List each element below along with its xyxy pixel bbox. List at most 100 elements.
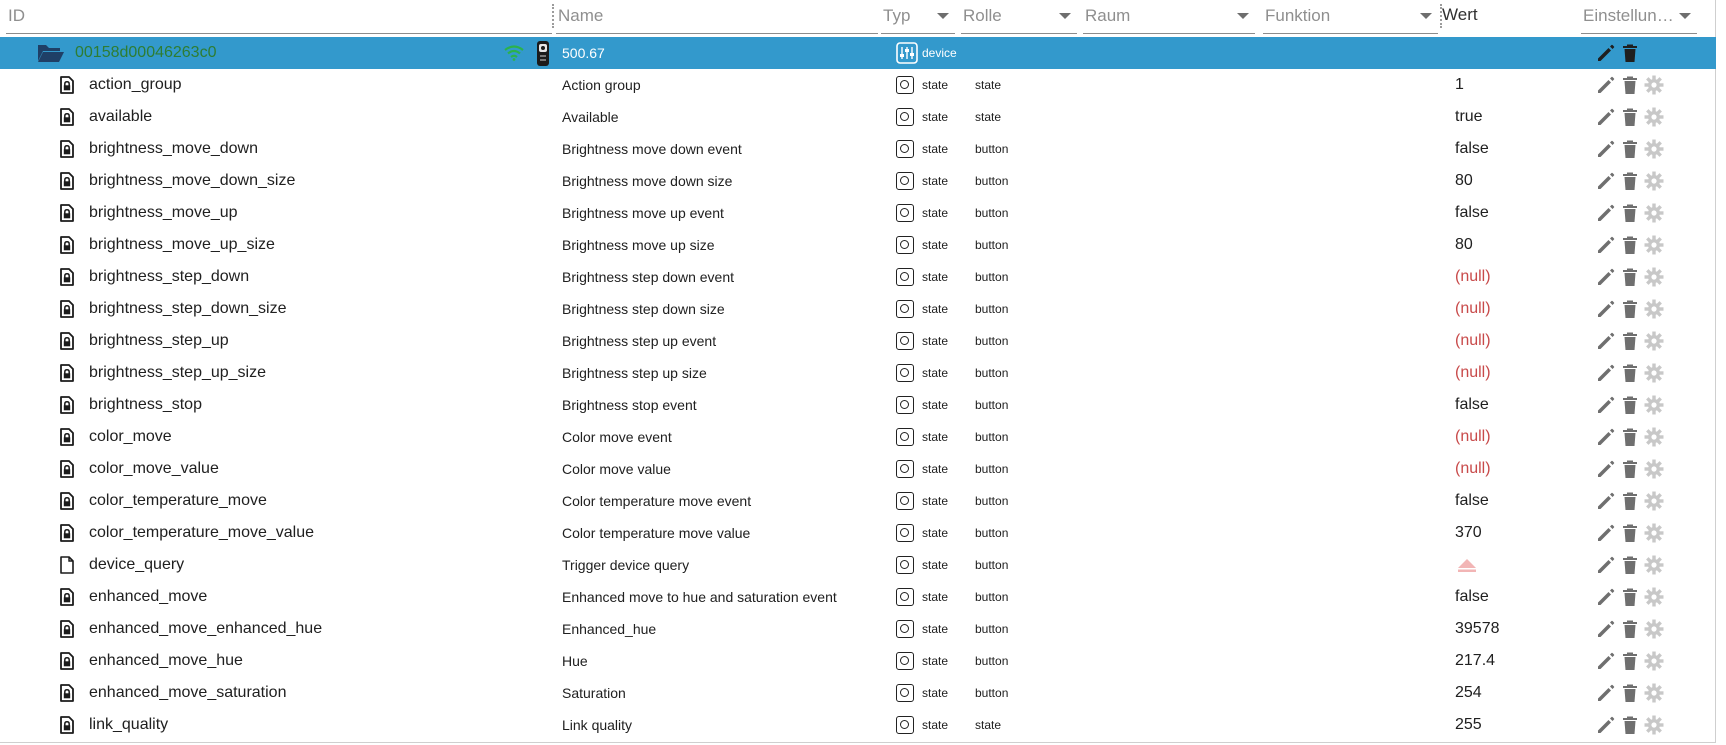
gear-icon[interactable] <box>1644 491 1664 511</box>
gear-icon[interactable] <box>1644 523 1664 543</box>
delete-icon[interactable] <box>1620 619 1640 639</box>
delete-icon[interactable] <box>1620 683 1640 703</box>
delete-icon[interactable] <box>1620 715 1640 735</box>
role-filter-select[interactable]: Rolle <box>961 0 1077 34</box>
edit-icon[interactable] <box>1596 523 1616 543</box>
state-value[interactable]: 254 <box>1455 677 1482 709</box>
state-value[interactable]: false <box>1455 389 1489 421</box>
gear-icon[interactable] <box>1644 395 1664 415</box>
gear-icon[interactable] <box>1644 235 1664 255</box>
delete-icon[interactable] <box>1620 267 1640 287</box>
function-filter-select[interactable]: Funktion <box>1263 0 1438 34</box>
state-value[interactable]: 80 <box>1455 165 1473 197</box>
state-value[interactable]: (null) <box>1455 325 1491 357</box>
column-resize-handle[interactable] <box>552 4 554 28</box>
gear-icon[interactable] <box>1644 363 1664 383</box>
state-row[interactable]: brightness_step_down_size Brightness step… <box>0 293 1716 325</box>
state-row[interactable]: device_query Trigger device query state but… <box>0 549 1716 581</box>
state-row[interactable]: brightness_step_up_size Brightness step u… <box>0 357 1716 389</box>
gear-icon[interactable] <box>1644 331 1664 351</box>
gear-icon[interactable] <box>1644 587 1664 607</box>
state-value[interactable]: false <box>1455 581 1489 613</box>
state-value[interactable]: (null) <box>1455 421 1491 453</box>
gear-icon[interactable] <box>1644 267 1664 287</box>
state-row[interactable]: color_temperature_move Color temperature … <box>0 485 1716 517</box>
settings-filter-select[interactable]: Einstellun… <box>1581 0 1697 34</box>
edit-icon[interactable] <box>1596 139 1616 159</box>
edit-icon[interactable] <box>1596 715 1616 735</box>
delete-icon[interactable] <box>1620 299 1640 319</box>
gear-icon[interactable] <box>1644 715 1664 735</box>
edit-icon[interactable] <box>1596 651 1616 671</box>
state-value[interactable]: false <box>1455 197 1489 229</box>
delete-icon[interactable] <box>1620 203 1640 223</box>
gear-icon[interactable] <box>1644 683 1664 703</box>
edit-icon[interactable] <box>1596 331 1616 351</box>
state-row[interactable]: enhanced_move Enhanced move to hue and sa… <box>0 581 1716 613</box>
delete-icon[interactable] <box>1620 331 1640 351</box>
edit-icon[interactable] <box>1596 587 1616 607</box>
id-filter-input[interactable]: ID <box>6 0 552 34</box>
state-row[interactable]: color_move_value Color move value state but… <box>0 453 1716 485</box>
delete-icon[interactable] <box>1620 43 1640 63</box>
state-row[interactable]: enhanced_move_saturation Saturation state b… <box>0 677 1716 709</box>
type-filter-select[interactable]: Typ <box>881 0 955 34</box>
state-row[interactable]: enhanced_move_hue Hue state button 217.4 <box>0 645 1716 677</box>
delete-icon[interactable] <box>1620 395 1640 415</box>
folder-open-icon[interactable] <box>37 43 65 63</box>
delete-icon[interactable] <box>1620 651 1640 671</box>
edit-icon[interactable] <box>1596 491 1616 511</box>
gear-icon[interactable] <box>1644 619 1664 639</box>
trigger-button-icon[interactable] <box>1456 557 1478 573</box>
delete-icon[interactable] <box>1620 555 1640 575</box>
state-value[interactable]: (null) <box>1455 261 1491 293</box>
state-row[interactable]: brightness_move_up Brightness move up eve… <box>0 197 1716 229</box>
gear-icon[interactable] <box>1644 427 1664 447</box>
gear-icon[interactable] <box>1644 203 1664 223</box>
edit-icon[interactable] <box>1596 555 1616 575</box>
state-row[interactable]: brightness_move_down_size Brightness move… <box>0 165 1716 197</box>
state-value[interactable]: 1 <box>1455 69 1464 101</box>
delete-icon[interactable] <box>1620 363 1640 383</box>
delete-icon[interactable] <box>1620 491 1640 511</box>
edit-icon[interactable] <box>1596 459 1616 479</box>
state-value[interactable]: (null) <box>1455 453 1491 485</box>
delete-icon[interactable] <box>1620 107 1640 127</box>
edit-icon[interactable] <box>1596 235 1616 255</box>
gear-icon[interactable] <box>1644 107 1664 127</box>
gear-icon[interactable] <box>1644 75 1664 95</box>
room-filter-select[interactable]: Raum <box>1083 0 1255 34</box>
state-row[interactable]: link_quality Link quality state state 255 <box>0 709 1716 741</box>
edit-icon[interactable] <box>1596 619 1616 639</box>
edit-icon[interactable] <box>1596 75 1616 95</box>
edit-icon[interactable] <box>1596 427 1616 447</box>
state-value[interactable]: 39578 <box>1455 613 1500 645</box>
state-row[interactable]: color_move Color move event state button (nu… <box>0 421 1716 453</box>
edit-icon[interactable] <box>1596 683 1616 703</box>
delete-icon[interactable] <box>1620 459 1640 479</box>
delete-icon[interactable] <box>1620 235 1640 255</box>
state-row[interactable]: brightness_step_down Brightness step down… <box>0 261 1716 293</box>
delete-icon[interactable] <box>1620 171 1640 191</box>
gear-icon[interactable] <box>1644 555 1664 575</box>
state-row[interactable]: enhanced_move_enhanced_hue Enhanced_hue st… <box>0 613 1716 645</box>
edit-icon[interactable] <box>1596 363 1616 383</box>
edit-icon[interactable] <box>1596 267 1616 287</box>
state-row[interactable]: color_temperature_move_value Color temper… <box>0 517 1716 549</box>
state-value[interactable]: false <box>1455 133 1489 165</box>
edit-icon[interactable] <box>1596 171 1616 191</box>
edit-icon[interactable] <box>1596 395 1616 415</box>
gear-icon[interactable] <box>1644 139 1664 159</box>
delete-icon[interactable] <box>1620 523 1640 543</box>
delete-icon[interactable] <box>1620 587 1640 607</box>
state-row[interactable]: available Available state state true <box>0 101 1716 133</box>
delete-icon[interactable] <box>1620 75 1640 95</box>
state-value[interactable]: true <box>1455 101 1483 133</box>
state-row[interactable]: brightness_step_up Brightness step up eve… <box>0 325 1716 357</box>
edit-icon[interactable] <box>1596 203 1616 223</box>
delete-icon[interactable] <box>1620 139 1640 159</box>
state-row[interactable]: brightness_stop Brightness stop event stat… <box>0 389 1716 421</box>
state-row[interactable]: brightness_move_up_size Brightness move u… <box>0 229 1716 261</box>
state-value[interactable]: (null) <box>1455 293 1491 325</box>
state-row[interactable]: action_group Action group state state 1 <box>0 69 1716 101</box>
